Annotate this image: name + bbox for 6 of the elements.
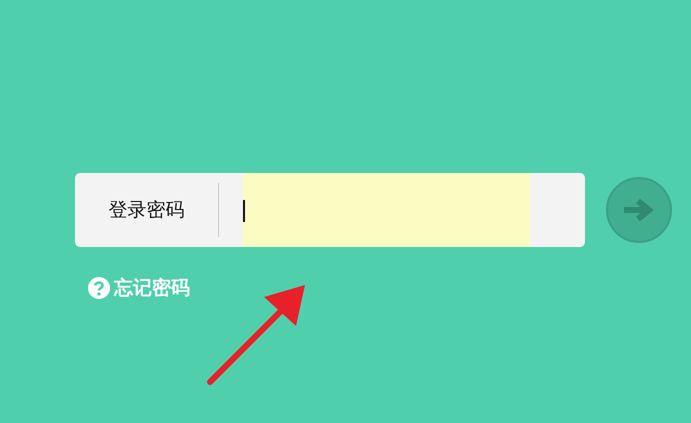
text-cursor <box>243 200 245 222</box>
password-label: 登录密码 <box>108 198 186 223</box>
help-icon <box>88 277 110 299</box>
arrow-right-icon <box>622 198 656 222</box>
password-field[interactable] <box>243 173 530 247</box>
forgot-password-link[interactable]: 忘记密码 <box>114 275 190 301</box>
